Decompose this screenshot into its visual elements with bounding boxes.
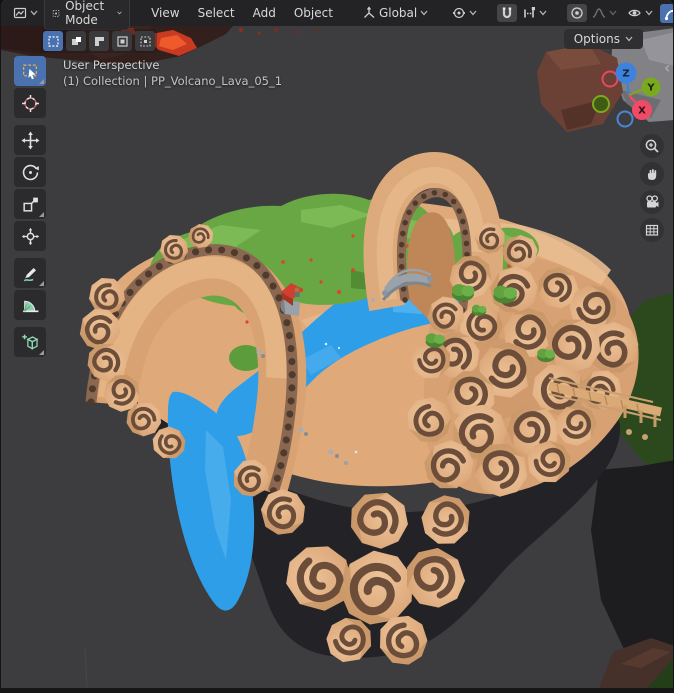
axis-gizmo[interactable]: Z Y X bbox=[591, 56, 674, 128]
chevron-down-icon bbox=[420, 10, 428, 16]
axis-y-label: Y bbox=[646, 83, 655, 94]
rotate-tool-icon bbox=[21, 163, 40, 182]
viewport-header-bar: Object Mode View Select Add Object Globa… bbox=[1, 0, 673, 26]
annotate-tool-icon bbox=[21, 264, 40, 283]
tool-select-box[interactable] bbox=[14, 56, 46, 86]
object-mode-icon bbox=[52, 7, 60, 20]
select-mode-invert[interactable] bbox=[112, 31, 132, 51]
camera-icon bbox=[644, 194, 660, 210]
show-gizmos-icon bbox=[663, 6, 674, 21]
sidebar-expand-toggle[interactable]: ‹ bbox=[664, 58, 670, 77]
menu-add[interactable]: Add bbox=[244, 3, 285, 23]
tool-rotate[interactable] bbox=[14, 157, 46, 187]
snap-increment-icon bbox=[522, 6, 536, 20]
orientation-label: Global bbox=[379, 6, 417, 20]
select-box-icon bbox=[21, 62, 40, 81]
tool-measure[interactable] bbox=[14, 290, 46, 320]
chevron-down-icon bbox=[645, 10, 653, 16]
snap-magnet-icon bbox=[500, 6, 514, 20]
axis-z-label: Z bbox=[622, 69, 629, 80]
snap-toggle[interactable] bbox=[497, 4, 517, 22]
view-name-label: User Perspective bbox=[63, 57, 282, 73]
options-label: Options bbox=[574, 32, 620, 46]
tool-scale[interactable] bbox=[14, 189, 46, 219]
camera-view-button[interactable] bbox=[640, 190, 664, 214]
viewport-header-overlay: User Perspective (1) Collection | PP_Vol… bbox=[63, 57, 282, 89]
transform-tool-icon bbox=[21, 227, 40, 246]
pivot-point-icon bbox=[452, 6, 466, 20]
chevron-down-icon bbox=[539, 10, 547, 16]
object-visibility-selector[interactable] bbox=[623, 4, 657, 22]
tool-move[interactable] bbox=[14, 125, 46, 155]
measure-tool-icon bbox=[21, 296, 40, 315]
select-mode-group bbox=[41, 29, 157, 53]
move-tool-icon bbox=[21, 131, 40, 150]
menu-select[interactable]: Select bbox=[189, 3, 244, 23]
chevron-down-icon bbox=[625, 36, 633, 42]
transform-orientation-selector[interactable]: Global bbox=[358, 4, 432, 22]
add-cube-tool-icon bbox=[21, 333, 40, 352]
select-mode-intersect[interactable] bbox=[135, 31, 155, 51]
tool-cursor[interactable] bbox=[14, 88, 46, 118]
character[interactable] bbox=[295, 288, 300, 293]
chevron-down-icon bbox=[117, 10, 122, 16]
axis-x-label: X bbox=[638, 106, 646, 117]
pan-button[interactable] bbox=[640, 162, 664, 186]
menu-object[interactable]: Object bbox=[285, 3, 342, 23]
select-mode-set[interactable] bbox=[43, 31, 63, 51]
menu-view[interactable]: View bbox=[142, 3, 188, 23]
pivot-point-selector[interactable] bbox=[448, 4, 481, 22]
tool-transform[interactable] bbox=[14, 221, 46, 251]
viewport-3d-scene[interactable] bbox=[1, 0, 674, 693]
axis-neg-y-ball[interactable] bbox=[593, 96, 609, 112]
scale-tool-icon bbox=[21, 195, 40, 214]
options-button[interactable]: Options bbox=[564, 29, 643, 49]
active-object-label: (1) Collection | PP_Volcano_Lava_05_1 bbox=[63, 73, 282, 89]
select-mode-extend[interactable] bbox=[66, 31, 86, 51]
tool-settings-bar: Options bbox=[1, 26, 673, 54]
blender-window: User Perspective (1) Collection | PP_Vol… bbox=[0, 0, 674, 693]
hand-icon bbox=[644, 166, 660, 182]
magnifier-plus-icon bbox=[644, 138, 660, 154]
chevron-down-icon bbox=[30, 10, 38, 16]
object-visibility-icon bbox=[627, 6, 642, 20]
grid-icon bbox=[644, 222, 660, 238]
snap-target-selector[interactable] bbox=[518, 4, 551, 22]
chevron-down-icon bbox=[609, 10, 617, 16]
toggle-orthographic-button[interactable] bbox=[640, 218, 664, 242]
viewport-nav-buttons bbox=[640, 134, 664, 242]
falloff-curve-icon bbox=[592, 6, 606, 20]
show-gizmos-toggle[interactable] bbox=[660, 4, 674, 23]
axis-neg-x-ball[interactable] bbox=[603, 72, 618, 87]
select-mode-subtract[interactable] bbox=[89, 31, 109, 51]
zoom-button[interactable] bbox=[640, 134, 664, 158]
orientation-axes-icon bbox=[362, 6, 376, 20]
editor-type-button[interactable] bbox=[9, 4, 42, 22]
editor-type-icon bbox=[13, 6, 27, 20]
tool-add-cube[interactable] bbox=[14, 327, 46, 357]
window-bottom-edge bbox=[1, 688, 673, 693]
proportional-editing-icon bbox=[570, 6, 584, 20]
stone-arch-top[interactable] bbox=[381, 170, 485, 326]
mode-label: Object Mode bbox=[65, 0, 112, 27]
chevron-down-icon bbox=[469, 10, 477, 16]
toolbar bbox=[14, 56, 46, 359]
falloff-selector[interactable] bbox=[588, 4, 621, 22]
tool-annotate[interactable] bbox=[14, 258, 46, 288]
axis-neg-z-ball[interactable] bbox=[618, 112, 633, 127]
proportional-editing-toggle[interactable] bbox=[567, 4, 587, 22]
cursor-tool-icon bbox=[21, 94, 40, 113]
